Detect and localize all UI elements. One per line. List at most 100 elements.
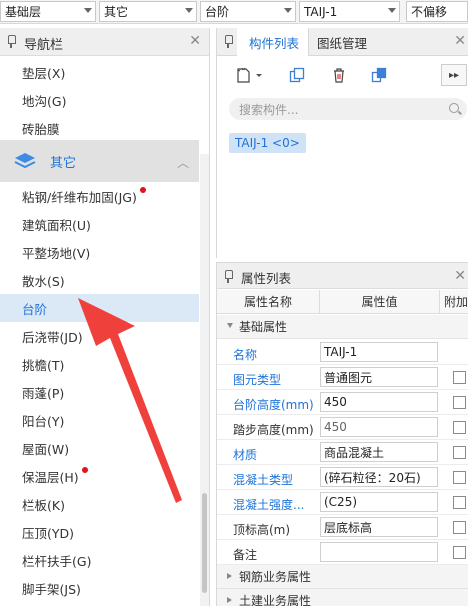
nav-item[interactable]: 砖胎膜 — [0, 114, 199, 142]
property-value-field[interactable]: TAIJ-1 — [320, 342, 438, 362]
close-icon[interactable]: ✕ — [454, 268, 466, 284]
new-badge-dot — [139, 187, 146, 193]
nav-scrollbar-thumb[interactable] — [202, 493, 207, 593]
property-name: 台阶高度(mm) — [233, 398, 314, 412]
chevron-up-icon[interactable]: ︿ — [177, 154, 189, 171]
nav-item[interactable]: 后浇带(JD) — [0, 322, 199, 350]
property-header: 属性列表 ✕ — [217, 263, 468, 289]
group-civil-label: 土建业务属性 — [239, 594, 312, 606]
component-combo[interactable]: TAIJ-1 — [299, 1, 400, 22]
nav-item[interactable]: 栏板(K) — [0, 490, 199, 518]
nav-item[interactable]: 散水(S) — [0, 266, 199, 294]
more-tools-button[interactable]: ▸▸ — [441, 64, 467, 86]
additional-checkbox[interactable] — [453, 546, 466, 559]
close-icon[interactable]: ✕ — [454, 33, 466, 49]
component-search-input[interactable]: 搜索构件... — [229, 98, 467, 120]
nav-item-label: 地沟(G) — [22, 93, 67, 109]
property-value-field[interactable]: (碎石粒径：20石) — [320, 467, 438, 487]
additional-checkbox[interactable] — [453, 471, 466, 484]
additional-checkbox[interactable] — [453, 421, 466, 434]
additional-checkbox[interactable] — [453, 496, 466, 509]
offset-combo[interactable]: 不偏移 — [406, 1, 468, 22]
property-name: 材质 — [233, 448, 258, 462]
nav-item-label: 挑檐(T) — [22, 357, 65, 373]
category-combo[interactable]: 其它 — [99, 1, 197, 22]
additional-checkbox[interactable] — [453, 446, 466, 459]
top-toolbar: 基础层 其它 台阶 TAIJ-1 不偏移 — [0, 0, 468, 24]
nav-item-label: 台阶 — [22, 301, 48, 317]
pin-icon[interactable] — [6, 35, 16, 48]
property-value-field[interactable]: 450 — [320, 392, 438, 412]
type-combo[interactable]: 台阶 — [200, 1, 296, 22]
nav-item-label: 雨蓬(P) — [22, 385, 65, 401]
type-combo-value: 台阶 — [205, 5, 230, 19]
nav-item-label: 后浇带(JD) — [22, 329, 83, 345]
component-combo-value: TAIJ-1 — [304, 4, 338, 19]
nav-item[interactable]: 阳台(Y) — [0, 406, 199, 434]
additional-checkbox[interactable] — [453, 371, 466, 384]
nav-item[interactable]: 台阶 — [0, 294, 199, 322]
close-icon[interactable]: ✕ — [189, 33, 201, 49]
property-value-field[interactable]: 普通图元 — [320, 367, 438, 387]
component-list-item-selected[interactable]: TAIJ-1 <0> — [229, 133, 306, 153]
tab-drawing-management[interactable]: 图纸管理 — [317, 28, 387, 56]
nav-item[interactable]: 屋面(W) — [0, 434, 199, 462]
copy-component-button[interactable] — [285, 64, 309, 86]
nav-item-label: 散水(S) — [22, 273, 65, 289]
property-row: 混凝土强度... (C25) — [217, 490, 468, 515]
nav-item[interactable]: 保温层(H) — [0, 462, 199, 490]
nav-item-label: 栏杆扶手(G) — [22, 553, 92, 569]
tab-component-list[interactable]: 构件列表 — [237, 28, 309, 56]
navigation-panel: 导航栏 ✕ 垫层(X) 地沟(G) 砖胎膜 其它 ︿ 粘钢/纤维布加固(JG) 建筑面… — [0, 28, 210, 606]
group-rebar-properties[interactable]: 钢筋业务属性 — [217, 565, 468, 589]
component-name: TAIJ-1 <0> — [235, 136, 300, 150]
property-name: 备注 — [233, 548, 258, 562]
nav-item-label: 垫层(X) — [22, 65, 66, 81]
nav-item[interactable]: 平整场地(V) — [0, 238, 199, 266]
nav-item-label: 栏板(K) — [22, 497, 65, 513]
new-component-button[interactable] — [231, 64, 267, 86]
layer-copy-button[interactable] — [367, 64, 391, 86]
chevron-down-icon — [284, 8, 292, 13]
nav-item-label: 阳台(Y) — [22, 413, 65, 429]
property-row: 材质 商品混凝土 — [217, 440, 468, 465]
col-property-value-label: 属性值 — [361, 295, 398, 309]
nav-item[interactable]: 粘钢/纤维布加固(JG) — [0, 182, 199, 210]
property-value-field[interactable]: (C25) — [320, 492, 438, 512]
delete-component-button[interactable] — [327, 64, 351, 86]
property-row: 顶标高(m) 层底标高 — [217, 515, 468, 540]
nav-item[interactable]: 栏杆扶手(G) — [0, 546, 199, 574]
property-value-field[interactable]: 层底标高 — [320, 517, 438, 537]
nav-item[interactable]: 垫层(X) — [0, 58, 199, 86]
nav-item[interactable]: 建筑面积(U) — [0, 210, 199, 238]
nav-item[interactable]: 挑檐(T) — [0, 350, 199, 378]
group-basic-properties[interactable]: 基础属性 — [217, 315, 468, 339]
nav-item-label: 脚手架(JS) — [22, 581, 81, 597]
group-rebar-label: 钢筋业务属性 — [239, 570, 312, 584]
property-row: 名称 TAIJ-1 — [217, 340, 468, 365]
property-row: 备注 — [217, 540, 468, 565]
nav-item-label: 平整场地(V) — [22, 245, 91, 261]
nav-category-other[interactable]: 其它 ︿ — [0, 140, 199, 182]
property-value-field[interactable]: 450 — [320, 417, 438, 437]
navigation-title: 导航栏 — [24, 38, 64, 53]
nav-item-label: 建筑面积(U) — [22, 217, 91, 233]
copy-icon — [289, 67, 305, 83]
additional-checkbox[interactable] — [453, 521, 466, 534]
property-name: 踏步高度(mm) — [233, 423, 314, 437]
nav-item[interactable]: 地沟(G) — [0, 86, 199, 114]
nav-item[interactable]: 脚手架(JS) — [0, 574, 199, 602]
pin-icon[interactable] — [223, 35, 233, 48]
group-civil-properties[interactable]: 土建业务属性 — [217, 589, 468, 606]
property-title: 属性列表 — [241, 271, 292, 286]
property-value-field[interactable] — [320, 542, 438, 562]
property-value-field[interactable]: 商品混凝土 — [320, 442, 438, 462]
floor-combo[interactable]: 基础层 — [0, 1, 96, 22]
nav-item[interactable]: 压顶(YD) — [0, 518, 199, 546]
nav-item[interactable]: 雨蓬(P) — [0, 378, 199, 406]
additional-checkbox[interactable] — [453, 396, 466, 409]
property-panel: 属性列表 ✕ 属性名称 属性值 附加 基础属性 名称 TAIJ-1 图元类型 普通图元… — [216, 262, 468, 606]
search-icon[interactable] — [449, 103, 459, 113]
pin-icon[interactable] — [223, 270, 233, 283]
nav-item-label: 粘钢/纤维布加固(JG) — [22, 189, 137, 205]
